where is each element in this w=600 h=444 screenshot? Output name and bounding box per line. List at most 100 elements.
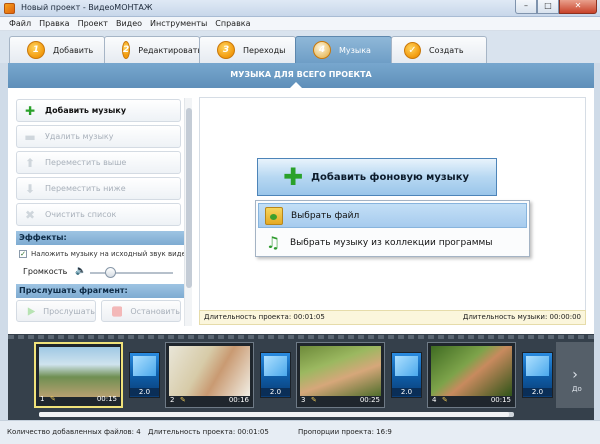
volume-slider-thumb[interactable] bbox=[105, 267, 116, 278]
clear-list-button[interactable]: ✖ Очистить список bbox=[16, 203, 181, 226]
project-ratio: Пропорции проекта: 16:9 bbox=[298, 428, 392, 436]
stop-icon bbox=[112, 305, 123, 317]
scrollbar-thumb[interactable] bbox=[186, 108, 192, 288]
menu-item-label: Выбрать музыку из коллекции программы bbox=[290, 237, 493, 248]
clip-index: 4 bbox=[432, 396, 437, 404]
menu-file[interactable]: Файл bbox=[5, 17, 35, 30]
menu-item-choose-collection[interactable]: ♫ Выбрать музыку из коллекции программы bbox=[258, 230, 527, 255]
plus-icon: ✚ bbox=[24, 103, 36, 118]
edit-pencil-icon[interactable]: ✎ bbox=[311, 396, 317, 404]
delete-music-button[interactable]: ▬ Удалить музыку bbox=[16, 125, 181, 148]
arrow-up-icon: ⬆ bbox=[24, 155, 36, 170]
menu-bar: Файл Правка Проект Видео Инструменты Спр… bbox=[0, 17, 600, 31]
volume-row: Громкость 🔈 bbox=[23, 266, 87, 276]
edit-pencil-icon[interactable]: ✎ bbox=[50, 395, 56, 403]
menu-project[interactable]: Проект bbox=[74, 17, 112, 30]
project-duration: Длительность проекта: 00:01:05 bbox=[204, 313, 325, 321]
edit-pencil-icon[interactable]: ✎ bbox=[180, 396, 186, 404]
tab-label: Музыка bbox=[339, 45, 371, 55]
button-label: Очистить список bbox=[45, 210, 117, 219]
clip-index: 2 bbox=[170, 396, 175, 404]
section-header: МУЗЫКА ДЛЯ ВСЕГО ПРОЕКТА bbox=[8, 63, 594, 88]
effects-header: Эффекты: bbox=[16, 231, 184, 245]
clip-index: 3 bbox=[301, 396, 306, 404]
clip-thumbnail bbox=[169, 346, 250, 396]
step-number-badge: 3 bbox=[217, 41, 235, 59]
side-panel-scrollbar[interactable] bbox=[184, 98, 192, 326]
transition-slot[interactable]: 2.0 bbox=[129, 352, 160, 398]
window-title: Новый проект - ВидеоМОНТАЖ bbox=[21, 3, 153, 12]
button-label: Остановить bbox=[130, 306, 180, 316]
close-button[interactable]: ✕ bbox=[559, 0, 597, 14]
overlay-audio-checkbox[interactable]: ✓ bbox=[19, 250, 27, 258]
stop-button[interactable]: Остановить bbox=[101, 300, 181, 322]
transition-slot[interactable]: 2.0 bbox=[522, 352, 553, 398]
add-music-button[interactable]: ✚ Добавить музыку bbox=[16, 99, 181, 122]
timeline-clip[interactable]: 2 ✎ 00:16 bbox=[165, 342, 254, 408]
menu-item-choose-file[interactable]: Выбрать файл bbox=[258, 203, 527, 228]
step-tabs: 1 Добавить 2 Редактировать 3 Переходы 4 … bbox=[0, 31, 600, 63]
transition-duration: 2.0 bbox=[130, 388, 159, 396]
arrow-down-icon: ⬇ bbox=[24, 181, 36, 196]
tab-create[interactable]: ✓ Создать bbox=[391, 36, 487, 63]
volume-label: Громкость bbox=[23, 266, 68, 276]
step-number-badge: 4 bbox=[313, 41, 331, 59]
transition-slot[interactable]: 2.0 bbox=[391, 352, 422, 398]
scrollbar-thumb[interactable] bbox=[39, 412, 509, 417]
next-label: До bbox=[572, 385, 582, 393]
timeline-clip[interactable]: 3 ✎ 00:25 bbox=[296, 342, 385, 408]
menu-help[interactable]: Справка bbox=[211, 17, 254, 30]
tab-add[interactable]: 1 Добавить bbox=[9, 36, 105, 63]
volume-slider[interactable] bbox=[90, 272, 173, 274]
listen-button[interactable]: Прослушать bbox=[16, 300, 96, 322]
project-duration-status: Длительность проекта: 00:01:05 bbox=[148, 428, 269, 436]
timeline-scrollbar[interactable] bbox=[39, 412, 514, 417]
tab-music[interactable]: 4 Музыка bbox=[295, 36, 392, 63]
app-icon bbox=[4, 3, 15, 14]
button-label: Добавить фоновую музыку bbox=[311, 171, 470, 183]
music-side-panel: ✚ Добавить музыку ▬ Удалить музыку ⬆ Пер… bbox=[13, 94, 190, 325]
clip-thumbnail bbox=[39, 347, 120, 397]
menu-tools[interactable]: Инструменты bbox=[146, 17, 211, 30]
music-list-panel: ✚ Добавить фоновую музыку Выбрать файл ♫… bbox=[199, 97, 586, 325]
transition-slot[interactable]: 2.0 bbox=[260, 352, 291, 398]
button-label: Добавить музыку bbox=[45, 106, 127, 115]
music-duration: Длительность музыки: 00:00:00 bbox=[462, 313, 581, 321]
clip-duration: 00:16 bbox=[228, 396, 249, 404]
clip-thumbnail bbox=[431, 346, 512, 396]
storyboard-timeline: 1 ✎ 00:15 2.0 2 ✎ 00:16 2.0 3 ✎ 00:25 2.… bbox=[8, 334, 594, 420]
clip-duration: 00:25 bbox=[359, 396, 380, 404]
folder-icon bbox=[265, 206, 283, 225]
button-label: Прослушать bbox=[43, 306, 95, 316]
timeline-next-button[interactable]: › До bbox=[556, 342, 594, 408]
edit-pencil-icon[interactable]: ✎ bbox=[442, 396, 448, 404]
transition-duration: 2.0 bbox=[392, 388, 421, 396]
window-controls: – □ ✕ bbox=[515, 0, 597, 14]
tab-edit[interactable]: 2 Редактировать bbox=[104, 36, 203, 63]
clip-duration: 00:15 bbox=[96, 395, 117, 403]
move-up-button[interactable]: ⬆ Переместить выше bbox=[16, 151, 181, 174]
step-number-badge: 1 bbox=[27, 41, 45, 59]
section-title: МУЗЫКА ДЛЯ ВСЕГО ПРОЕКТА bbox=[230, 70, 372, 79]
button-label: Переместить ниже bbox=[45, 184, 126, 193]
tab-label: Редактировать bbox=[138, 45, 203, 55]
button-label: Удалить музыку bbox=[45, 132, 114, 141]
transition-duration: 2.0 bbox=[523, 388, 552, 396]
plus-icon: ✚ bbox=[283, 163, 304, 191]
files-count: Количество добавленных файлов: 4 bbox=[7, 428, 141, 436]
menu-video[interactable]: Видео bbox=[112, 17, 146, 30]
overlay-audio-option[interactable]: ✓ Наложить музыку на исходный звук видео bbox=[19, 250, 190, 258]
maximize-button[interactable]: □ bbox=[537, 0, 559, 14]
tab-label: Создать bbox=[429, 45, 464, 55]
minimize-button[interactable]: – bbox=[515, 0, 537, 14]
play-icon bbox=[27, 306, 36, 316]
delete-icon: ▬ bbox=[24, 129, 36, 144]
clip-thumbnail bbox=[300, 346, 381, 396]
move-down-button[interactable]: ⬇ Переместить ниже bbox=[16, 177, 181, 200]
tab-transitions[interactable]: 3 Переходы bbox=[199, 36, 296, 63]
chevron-right-icon: › bbox=[572, 367, 578, 383]
timeline-clip[interactable]: 4 ✎ 00:15 bbox=[427, 342, 516, 408]
menu-edit[interactable]: Правка bbox=[35, 17, 73, 30]
timeline-clip[interactable]: 1 ✎ 00:15 bbox=[34, 342, 123, 408]
add-background-music-button[interactable]: ✚ Добавить фоновую музыку bbox=[257, 158, 497, 196]
